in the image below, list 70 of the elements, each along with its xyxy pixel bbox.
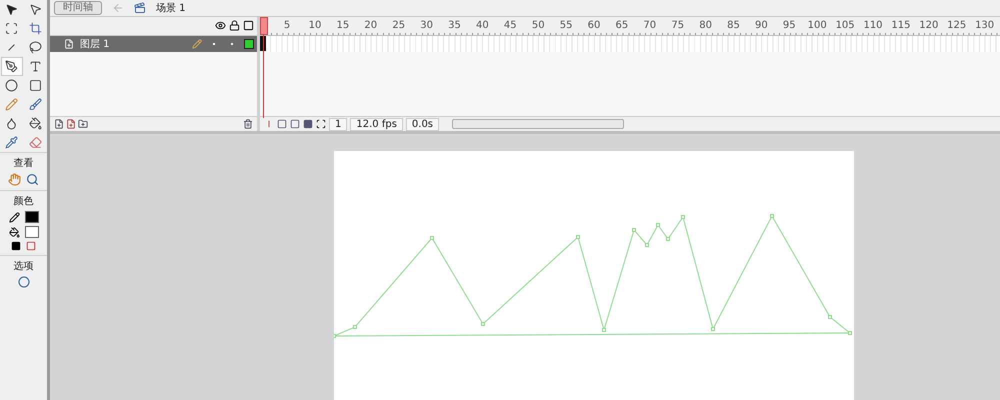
lasso-icon bbox=[29, 41, 42, 54]
eye-icon[interactable] bbox=[215, 20, 226, 32]
pencil-icon bbox=[5, 98, 18, 111]
frame-rate: 12.0 fps bbox=[350, 118, 403, 130]
color-swatch[interactable] bbox=[24, 226, 38, 238]
zoom-icon[interactable] bbox=[26, 173, 39, 186]
frame-number: 80 bbox=[699, 20, 712, 31]
arrow-icon bbox=[29, 3, 42, 16]
frame-number: 45 bbox=[504, 20, 517, 31]
frame-number: 35 bbox=[448, 20, 461, 31]
frame-number: 5 bbox=[284, 20, 290, 31]
add-layer-icon[interactable] bbox=[54, 119, 64, 129]
delete-icon[interactable] bbox=[243, 119, 253, 129]
eyedropper-icon bbox=[5, 136, 18, 149]
arrow-icon bbox=[5, 3, 18, 16]
frame-number: 60 bbox=[588, 20, 600, 31]
pencil-icon bbox=[192, 38, 202, 49]
color-swatch[interactable] bbox=[24, 211, 38, 223]
frame-number: 75 bbox=[671, 20, 684, 31]
scrollbar[interactable] bbox=[452, 119, 624, 129]
frame-number: 85 bbox=[727, 20, 740, 31]
hand-icon[interactable] bbox=[8, 173, 21, 186]
playhead[interactable] bbox=[260, 16, 268, 35]
frame-number: 105 bbox=[836, 20, 855, 31]
layer-row[interactable]: 图层 1 bbox=[50, 36, 257, 52]
scene-label[interactable]: 场景 1 bbox=[156, 0, 186, 15]
eraser-icon bbox=[29, 136, 42, 149]
layer-icon bbox=[64, 38, 74, 49]
lock-icon[interactable] bbox=[229, 20, 240, 32]
transform-icon bbox=[5, 22, 18, 35]
section-label: 查看 bbox=[14, 156, 34, 170]
scene-icon bbox=[134, 2, 146, 14]
paint-bucket-icon bbox=[8, 226, 20, 238]
frame-number: 90 bbox=[755, 20, 768, 31]
frame-number: 100 bbox=[808, 20, 827, 31]
frame-ruler[interactable]: 5 10 15 20 25 30 35 40 45 50 55 60 65 70 75 80 85 90 95 100 105 110 115 120 125 130 bbox=[260, 16, 1000, 36]
frame-number: 55 bbox=[560, 20, 572, 31]
tool-button[interactable] bbox=[0, 57, 22, 76]
add-folder-icon[interactable] bbox=[78, 119, 88, 129]
frame-number: 40 bbox=[476, 20, 489, 31]
frame-number: 25 bbox=[392, 20, 406, 31]
frame-number: 120 bbox=[919, 20, 938, 31]
frame-number: 65 bbox=[616, 20, 628, 31]
elapsed-time: 0.0s bbox=[406, 118, 440, 130]
frame-number: 110 bbox=[863, 20, 883, 31]
oval-icon bbox=[5, 79, 18, 92]
layer-name: 图层 1 bbox=[80, 38, 111, 51]
frame-number: 70 bbox=[643, 20, 656, 31]
frame-number: 30 bbox=[420, 20, 433, 31]
frame-number: 115 bbox=[891, 20, 910, 31]
pencil-icon bbox=[8, 212, 20, 222]
section-label: 颜色 bbox=[14, 194, 34, 208]
outline-color[interactable] bbox=[244, 38, 254, 49]
rectangle-icon bbox=[29, 79, 42, 92]
add-guide-icon[interactable] bbox=[66, 119, 76, 129]
current-frame: 1 bbox=[329, 118, 348, 130]
frame-number: 20 bbox=[364, 20, 378, 31]
frame-number: 125 bbox=[947, 20, 966, 31]
paint-bucket-icon bbox=[29, 117, 42, 130]
section-label: 选项 bbox=[14, 260, 34, 273]
pen-icon bbox=[5, 60, 18, 73]
timeline-tab[interactable]: 时间轴 bbox=[54, 0, 102, 15]
frame-number: 130 bbox=[975, 20, 994, 31]
brush-icon bbox=[29, 98, 42, 111]
frame-number: 95 bbox=[782, 20, 796, 31]
frame-number: 50 bbox=[532, 20, 545, 31]
frame-number: 10 bbox=[308, 20, 322, 31]
outline-icon[interactable] bbox=[243, 20, 254, 32]
text-tool-icon bbox=[29, 60, 42, 73]
frame-number: 15 bbox=[336, 20, 350, 31]
